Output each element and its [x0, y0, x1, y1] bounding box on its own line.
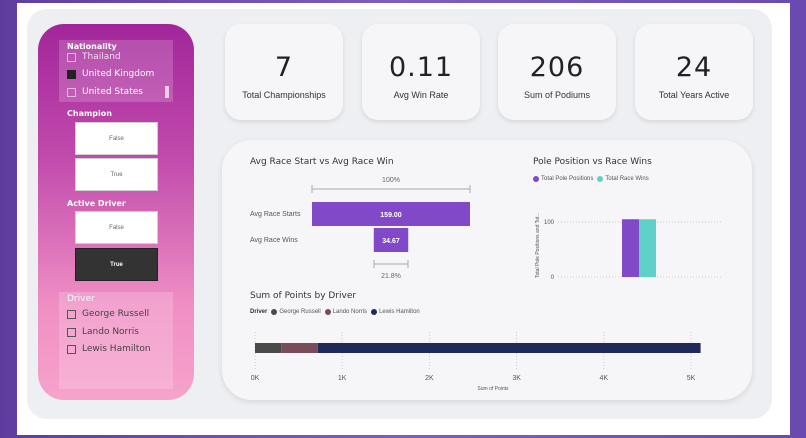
- x-tick-label: 1K: [338, 375, 347, 382]
- funnel-chart: 100% Avg Race Starts Avg Race Wins 159.0…: [250, 177, 471, 280]
- legend-label: George Russell: [279, 309, 321, 315]
- legend-title: Driver: [250, 309, 268, 315]
- kpi-label: Sum of Podiums: [523, 90, 591, 100]
- nationality-item-label: United States: [82, 87, 143, 97]
- checkbox[interactable]: [67, 344, 76, 354]
- legend-dot: [597, 176, 604, 182]
- pole-chart: Total Pole Positions and Tot... 100 0: [535, 212, 721, 281]
- x-tick-label: 2K: [425, 375, 434, 382]
- champion-true-tile[interactable]: True: [75, 158, 158, 191]
- active-driver-true-tile[interactable]: True: [75, 248, 158, 281]
- points-chart: 0K 1K 2K 3K 4K 5K Sum of Points: [251, 332, 701, 392]
- points-chart-legend: Driver George Russell Lando Norris Lewis…: [250, 309, 424, 315]
- driver-item-george-russell[interactable]: George Russell: [67, 309, 149, 319]
- legend-label: Lando Norris: [332, 309, 368, 315]
- nationality-item-united-kingdom[interactable]: United Kingdom: [67, 68, 154, 80]
- x-tick-label: 0K: [251, 375, 260, 382]
- kpi-value: 7: [274, 52, 294, 83]
- legend-label: Total Pole Positions: [541, 176, 594, 182]
- legend-item: Total Race Wins: [597, 176, 649, 182]
- funnel-top-percent: 100%: [382, 177, 400, 184]
- kpi-value: 24: [675, 52, 713, 83]
- funnel-bottom-percent: 21.8%: [381, 273, 401, 280]
- driver-slicer-title: Driver: [67, 294, 95, 304]
- active-driver-false-tile[interactable]: False: [75, 211, 158, 244]
- driver-item-label: George Russell: [82, 309, 150, 319]
- x-tick-label: 4K: [600, 375, 609, 382]
- champion-slicer-title: Champion: [67, 109, 112, 118]
- nationality-item-label: United Kingdom: [82, 69, 155, 79]
- kpi-card-total-years-active: 24 Total Years Active: [635, 24, 753, 120]
- legend-label: Total Race Wins: [605, 176, 649, 182]
- nationality-item-label: Thailand: [82, 52, 121, 62]
- points-bar-segment[interactable]: [317, 343, 701, 353]
- nationality-item-thailand[interactable]: Thailand: [67, 51, 121, 63]
- kpi-value: 206: [529, 52, 585, 83]
- legend-dot: [533, 176, 539, 182]
- funnel-chart-title: Avg Race Start vs Avg Race Win: [250, 157, 394, 167]
- legend-dot: [271, 309, 278, 315]
- x-tick-label: 5K: [687, 375, 696, 382]
- driver-item-lewis-hamilton[interactable]: Lewis Hamilton: [67, 344, 151, 354]
- funnel-category-label: Avg Race Wins: [250, 237, 298, 244]
- active-driver-slicer-title: Active Driver: [67, 199, 126, 208]
- y-tick-label: 100: [544, 220, 555, 226]
- y-axis-label: Total Pole Positions and Tot...: [535, 212, 541, 278]
- driver-slicer: [59, 292, 173, 389]
- kpi-label: Total Years Active: [658, 90, 730, 100]
- y-tick-label: 0: [551, 275, 555, 281]
- pole-chart-title: Pole Position vs Race Wins: [533, 157, 652, 167]
- legend-dot: [371, 309, 378, 315]
- checkbox[interactable]: [67, 309, 76, 319]
- kpi-label: Total Championships: [242, 90, 326, 100]
- checkbox[interactable]: [67, 327, 76, 337]
- legend-item: Lando Norris: [324, 309, 368, 315]
- kpi-value: 0.11: [388, 52, 454, 83]
- driver-item-label: Lando Norris: [82, 327, 139, 337]
- kpi-card-avg-win-rate: 0.11 Avg Win Rate: [362, 24, 480, 120]
- legend-item: Total Pole Positions: [533, 176, 593, 182]
- nationality-item-united-states[interactable]: United States: [67, 86, 143, 98]
- checkbox-checked[interactable]: [67, 69, 76, 79]
- nationality-scrollbar[interactable]: [165, 86, 169, 98]
- pole-chart-bar[interactable]: [622, 219, 639, 277]
- x-axis-label: Sum of Points: [477, 386, 509, 392]
- legend-dot: [324, 309, 331, 315]
- x-tick-label: 3K: [512, 375, 521, 382]
- driver-item-lando-norris[interactable]: Lando Norris: [67, 327, 139, 337]
- funnel-category-label: Avg Race Starts: [250, 211, 301, 218]
- pole-chart-bar[interactable]: [639, 219, 656, 277]
- champion-false-tile[interactable]: False: [75, 122, 158, 155]
- kpi-card-sum-of-podiums: 206 Sum of Podiums: [498, 24, 616, 120]
- points-bar-segment[interactable]: [281, 343, 318, 353]
- checkbox[interactable]: [67, 87, 76, 97]
- pole-chart-legend: Total Pole Positions Total Race Wins: [533, 176, 653, 182]
- kpi-label: Avg Win Rate: [393, 90, 449, 100]
- funnel-bar-value: 159.00: [380, 212, 402, 219]
- points-bar-segment[interactable]: [255, 343, 282, 353]
- legend-item: George Russell: [271, 309, 321, 315]
- legend-label: Lewis Hamilton: [379, 309, 420, 315]
- kpi-card-total-championships: 7 Total Championships: [225, 24, 343, 120]
- checkbox[interactable]: [67, 52, 76, 62]
- nationality-slicer-title: Nationality: [67, 42, 117, 51]
- points-chart-title: Sum of Points by Driver: [250, 291, 357, 301]
- legend-item: Lewis Hamilton: [371, 309, 420, 315]
- funnel-bar-value: 34.67: [382, 238, 400, 245]
- driver-item-label: Lewis Hamilton: [82, 344, 151, 354]
